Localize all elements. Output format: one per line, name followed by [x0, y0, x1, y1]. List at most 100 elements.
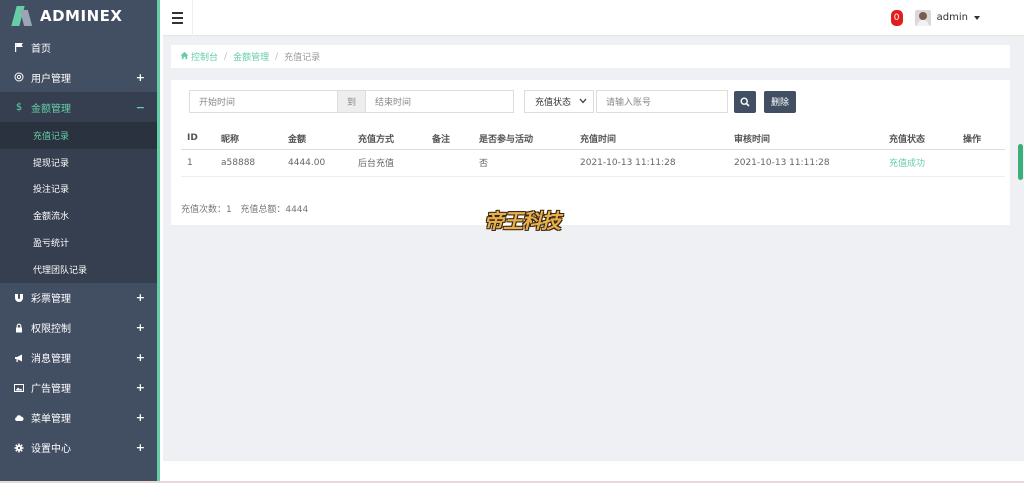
status-select-value: 充值状态 — [535, 98, 572, 108]
cell-note — [426, 149, 473, 177]
cell-status: 充值成功 — [883, 149, 957, 177]
sidebar-item-label: 菜单管理 — [31, 414, 71, 426]
status-select[interactable]: 充值状态 — [524, 90, 595, 113]
home-icon — [180, 51, 189, 63]
top-header: 0 admin — [163, 0, 1024, 36]
image-icon — [13, 382, 25, 394]
sidebar-subitem-flow[interactable]: 金额流水 — [0, 202, 157, 229]
logo-text: ADMINEX — [40, 7, 123, 25]
expand-icon: + — [135, 441, 145, 455]
col-header-method: 充值方式 — [352, 128, 426, 150]
sidebar-item-settings[interactable]: 设置中心 + — [0, 433, 157, 463]
sidebar-subitem-bets[interactable]: 投注记录 — [0, 176, 157, 203]
delete-button[interactable]: 删除 — [764, 90, 797, 113]
sidebar-subitem-agent-team[interactable]: 代理团队记录 — [0, 256, 157, 283]
date-range-separator: 到 — [338, 90, 365, 113]
sidebar: ADMINEX 首页 用户管理 + $ 金额管理 − 充值记录 提现记录 投注记… — [0, 0, 160, 483]
scrollbar-thumb[interactable] — [1018, 144, 1023, 180]
col-header-note: 备注 — [426, 128, 473, 150]
col-header-action: 操作 — [957, 128, 1005, 150]
expand-icon: + — [135, 351, 145, 365]
breadcrumb: 控制台 / 金额管理 / 充值记录 — [171, 45, 1010, 68]
filter-bar: 开始时间 到 结束时间 充值状态 请输入账号 删除 — [189, 90, 797, 113]
sidebar-item-label: 彩票管理 — [31, 294, 71, 306]
menu-toggle-icon[interactable] — [163, 0, 193, 36]
sidebar-item-home[interactable]: 首页 — [0, 32, 157, 62]
expand-icon: + — [135, 291, 145, 305]
collapse-icon: − — [135, 100, 145, 114]
sidebar-item-label: 设置中心 — [31, 444, 71, 456]
expand-icon: + — [135, 70, 145, 84]
avatar[interactable] — [914, 9, 931, 26]
notification-badge[interactable]: 0 — [890, 9, 903, 26]
breadcrumb-separator: / — [224, 51, 228, 62]
caret-down-icon[interactable] — [974, 15, 980, 20]
cell-method: 后台充值 — [352, 149, 426, 177]
sidebar-item-label: 用户管理 — [31, 73, 71, 85]
col-header-nickname: 昵称 — [215, 128, 282, 150]
bullhorn-icon — [13, 352, 25, 364]
cell-id: 1 — [181, 149, 215, 177]
user-circle-icon — [13, 71, 25, 83]
recharge-panel: 开始时间 到 结束时间 充值状态 请输入账号 删除 ID 昵称 金额 充值方式 … — [171, 80, 1010, 225]
sidebar-subitem-recharge[interactable]: 充值记录 — [0, 122, 157, 149]
search-icon — [740, 96, 750, 107]
sidebar-subitem-profit[interactable]: 盈亏统计 — [0, 229, 157, 256]
sidebar-item-permissions[interactable]: 权限控制 + — [0, 313, 157, 343]
scrollbar[interactable] — [1017, 36, 1024, 460]
summary-line: 充值次数：1 充值总额：4444 — [181, 202, 308, 215]
col-header-review-time: 审核时间 — [728, 128, 883, 150]
cell-action — [957, 149, 1005, 177]
summary-total: 4444 — [285, 205, 309, 215]
breadcrumb-separator: / — [275, 51, 279, 62]
table-header-row: ID 昵称 金额 充值方式 备注 是否参与活动 充值时间 审核时间 充值状态 操… — [181, 128, 1005, 150]
breadcrumb-home[interactable]: 控制台 — [191, 50, 218, 63]
breadcrumb-section[interactable]: 金额管理 — [233, 50, 269, 63]
account-search-input[interactable]: 请输入账号 — [596, 90, 729, 113]
cell-review-time: 2021-10-13 11:11:28 — [728, 149, 883, 177]
sidebar-item-finance[interactable]: $ 金额管理 − — [0, 92, 157, 122]
expand-icon: + — [135, 411, 145, 425]
chevron-down-icon — [579, 97, 587, 106]
dollar-icon: $ — [15, 101, 23, 113]
logo-mark-icon — [12, 6, 34, 26]
sidebar-item-users[interactable]: 用户管理 + — [0, 62, 157, 92]
sidebar-item-ads[interactable]: 广告管理 + — [0, 373, 157, 403]
summary-total-label: 充值总额： — [240, 205, 286, 215]
table-row: 1 a58888 4444.00 后台充值 否 2021-10-13 11:11… — [181, 149, 1005, 177]
sidebar-item-label: 权限控制 — [31, 324, 71, 336]
search-button[interactable] — [734, 90, 757, 113]
cloud-icon — [13, 412, 25, 424]
cell-recharge-time: 2021-10-13 11:11:28 — [574, 149, 728, 177]
col-header-id: ID — [181, 128, 215, 150]
sidebar-item-messages[interactable]: 消息管理 + — [0, 343, 157, 373]
sidebar-nav: 首页 用户管理 + $ 金额管理 − 充值记录 提现记录 投注记录 金额流水 盈… — [0, 32, 157, 463]
start-time-input[interactable]: 开始时间 — [189, 90, 338, 113]
flag-icon — [13, 41, 25, 53]
breadcrumb-current: 充值记录 — [284, 53, 321, 63]
end-time-input[interactable]: 结束时间 — [365, 90, 514, 113]
cell-amount: 4444.00 — [282, 149, 352, 177]
sidebar-item-label: 消息管理 — [31, 354, 71, 366]
expand-icon: + — [135, 381, 145, 395]
gear-icon — [13, 442, 25, 454]
sidebar-submenu-finance: 充值记录 提现记录 投注记录 金额流水 盈亏统计 代理团队记录 — [0, 122, 157, 283]
sidebar-item-menus[interactable]: 菜单管理 + — [0, 403, 157, 433]
sidebar-item-label: 广告管理 — [31, 384, 71, 396]
header-user-area: 0 admin — [890, 9, 1024, 26]
magnet-icon — [13, 292, 25, 304]
col-header-activity: 是否参与活动 — [473, 128, 574, 150]
summary-count: 1 — [226, 205, 232, 215]
watermark-logo: 帝王科技 — [484, 208, 561, 233]
col-header-recharge-time: 充值时间 — [574, 128, 728, 150]
main-content: 控制台 / 金额管理 / 充值记录 开始时间 到 结束时间 充值状态 请输入账号… — [163, 36, 1017, 460]
cell-nickname: a58888 — [215, 149, 282, 177]
sidebar-item-label: 首页 — [31, 43, 51, 55]
sidebar-item-lottery[interactable]: 彩票管理 + — [0, 283, 157, 313]
logo[interactable]: ADMINEX — [0, 0, 157, 32]
col-header-status: 充值状态 — [883, 128, 957, 150]
sidebar-subitem-withdraw[interactable]: 提现记录 — [0, 149, 157, 176]
user-name[interactable]: admin — [937, 12, 968, 23]
lock-icon — [13, 322, 25, 334]
footer — [163, 460, 1024, 483]
